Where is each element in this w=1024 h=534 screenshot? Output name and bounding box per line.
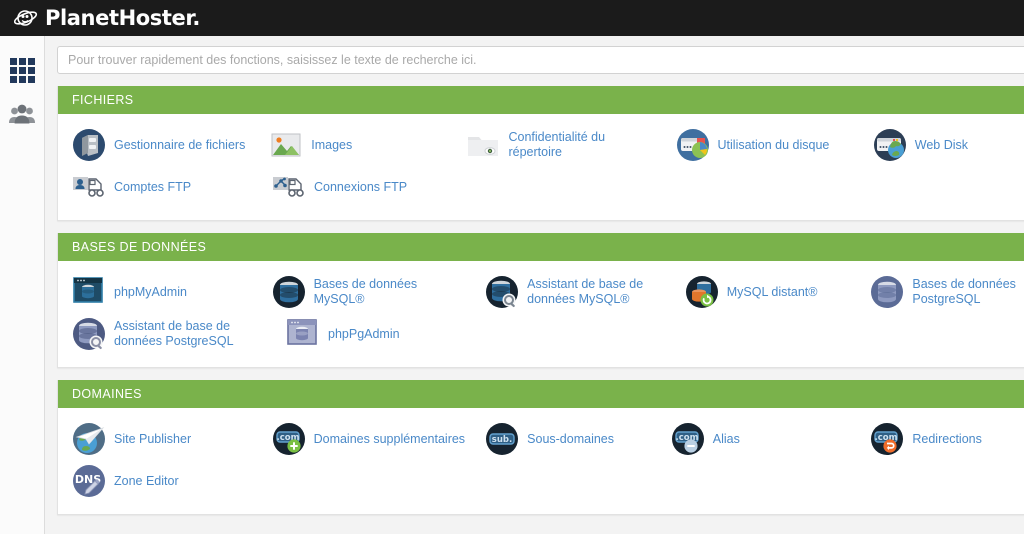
item-row: Assistant de base de données PostgreSQL <box>58 313 1024 355</box>
site-publisher-plane-icon <box>72 422 106 456</box>
item-zone-editor[interactable]: DNS Zone Editor <box>58 460 258 502</box>
search-bar <box>45 46 1024 74</box>
item-label: Confidentialité du répertoire <box>508 130 606 159</box>
search-input[interactable] <box>57 46 1024 74</box>
item-alias[interactable]: .com Alias <box>657 418 857 460</box>
item-label: Gestionnaire de fichiers <box>114 137 246 152</box>
item-row: Gestionnaire de fichiers Images Confiden… <box>58 124 1024 166</box>
section-body-fichiers: Gestionnaire de fichiers Images Confiden… <box>58 114 1024 220</box>
disk-usage-pie-icon <box>676 128 710 162</box>
dns-zone-editor-icon: DNS <box>72 464 106 498</box>
page-body: FICHIERS Gestionnai <box>0 36 1024 534</box>
brand-name: PlanetHoster. <box>45 6 200 30</box>
users-icon <box>8 103 36 125</box>
section-bases-de-donnees: BASES DE DONNÉES phpMyAdmin Bases de don… <box>57 233 1024 368</box>
item-phppgadmin[interactable]: phpPgAdmin <box>272 313 472 355</box>
mysql-database-icon <box>272 275 306 309</box>
item-sous-domaines[interactable]: sub. Sous-domaines <box>471 418 657 460</box>
item-label: Site Publisher <box>114 431 192 446</box>
main-content: FICHIERS Gestionnai <box>45 36 1024 534</box>
item-label: MySQL distant® <box>726 284 818 299</box>
svg-text:sub.: sub. <box>492 435 512 445</box>
ftp-truck-user-icon <box>72 170 106 204</box>
item-label: Sous-domaines <box>527 431 615 446</box>
item-assistant-base-donnees-postgresql[interactable]: Assistant de base de données PostgreSQL <box>58 313 272 355</box>
item-label: phpMyAdmin <box>114 284 187 299</box>
item-label: Comptes FTP <box>114 179 192 194</box>
item-bases-de-donnees-mysql[interactable]: Bases de données MySQL® <box>258 271 472 313</box>
item-confidentialite-du-repertoire[interactable]: Confidentialité du répertoire <box>452 124 661 166</box>
postgres-wizard-icon <box>72 317 106 351</box>
item-label: Utilisation du disque <box>717 137 830 152</box>
planet-swoosh-logo-icon <box>14 6 38 30</box>
item-utilisation-du-disque[interactable]: Utilisation du disque <box>662 124 859 166</box>
item-phpmyadmin[interactable]: phpMyAdmin <box>58 271 258 313</box>
mysql-wizard-icon <box>485 275 519 309</box>
redirect-arrow-icon: .com <box>870 422 904 456</box>
web-disk-globe-icon <box>873 128 907 162</box>
item-label: Bases de données PostgreSQL <box>912 277 1016 306</box>
phppgadmin-window-icon <box>286 317 320 351</box>
item-mysql-distant[interactable]: MySQL distant® <box>671 271 857 313</box>
item-label: Assistant de base de données PostgreSQL <box>114 319 234 348</box>
item-site-publisher[interactable]: Site Publisher <box>58 418 258 460</box>
file-cabinet-icon <box>72 128 106 162</box>
alias-minus-icon: .com <box>671 422 705 456</box>
grid-icon <box>9 57 35 83</box>
folder-eye-icon <box>466 128 500 162</box>
item-domaines-supplementaires[interactable]: .com Domaines supplémentaires <box>258 418 472 460</box>
item-row: phpMyAdmin Bases de données MySQL® Assis… <box>58 271 1024 313</box>
item-label: Redirections <box>912 431 982 446</box>
phpmyadmin-window-icon <box>72 275 106 309</box>
item-label: Images <box>311 137 353 152</box>
item-label: Bases de données MySQL® <box>313 277 418 306</box>
item-redirections[interactable]: .com Redirections <box>856 418 1024 460</box>
left-rail <box>0 36 45 534</box>
addon-domain-plus-icon: .com <box>272 422 306 456</box>
mysql-remote-icon <box>685 275 719 309</box>
section-fichiers: FICHIERS Gestionnaire de fichiers Images… <box>57 86 1024 221</box>
picture-icon <box>269 128 303 162</box>
section-title-bases-de-donnees: BASES DE DONNÉES <box>58 233 1024 261</box>
sidebar-item-users[interactable] <box>0 92 45 136</box>
sidebar-item-apps[interactable] <box>0 48 45 92</box>
top-bar: PlanetHoster. <box>0 0 1024 36</box>
item-web-disk[interactable]: Web Disk <box>859 124 1024 166</box>
item-images[interactable]: Images <box>255 124 452 166</box>
item-comptes-ftp[interactable]: Comptes FTP <box>58 166 258 208</box>
item-label: phpPgAdmin <box>328 326 400 341</box>
ftp-truck-network-icon <box>272 170 306 204</box>
item-label: Zone Editor <box>114 473 179 488</box>
item-row: Site Publisher .com Domaines supplémenta… <box>58 418 1024 460</box>
subdomain-icon: sub. <box>485 422 519 456</box>
item-row: DNS Zone Editor <box>58 460 1024 502</box>
brand-logo[interactable]: PlanetHoster. <box>14 6 200 30</box>
item-label: Assistant de base de données MySQL® <box>527 277 644 306</box>
item-gestionnaire-de-fichiers[interactable]: Gestionnaire de fichiers <box>58 124 255 166</box>
item-label: Connexions FTP <box>314 179 408 194</box>
postgres-database-icon <box>870 275 904 309</box>
item-assistant-base-donnees-mysql[interactable]: Assistant de base de données MySQL® <box>471 271 671 313</box>
item-row: Comptes FTP Connexions FTP <box>58 166 1024 208</box>
item-label: Web Disk <box>914 137 969 152</box>
section-domaines: DOMAINES Site Publisher .com Domaines su… <box>57 380 1024 515</box>
section-title-fichiers: FICHIERS <box>58 86 1024 114</box>
item-label: Domaines supplémentaires <box>313 431 466 446</box>
section-title-domaines: DOMAINES <box>58 380 1024 408</box>
section-body-bases-de-donnees: phpMyAdmin Bases de données MySQL® Assis… <box>58 261 1024 367</box>
section-body-domaines: Site Publisher .com Domaines supplémenta… <box>58 408 1024 514</box>
item-label: Alias <box>712 431 740 446</box>
item-connexions-ftp[interactable]: Connexions FTP <box>258 166 458 208</box>
item-bases-de-donnees-postgresql[interactable]: Bases de données PostgreSQL <box>856 271 1024 313</box>
